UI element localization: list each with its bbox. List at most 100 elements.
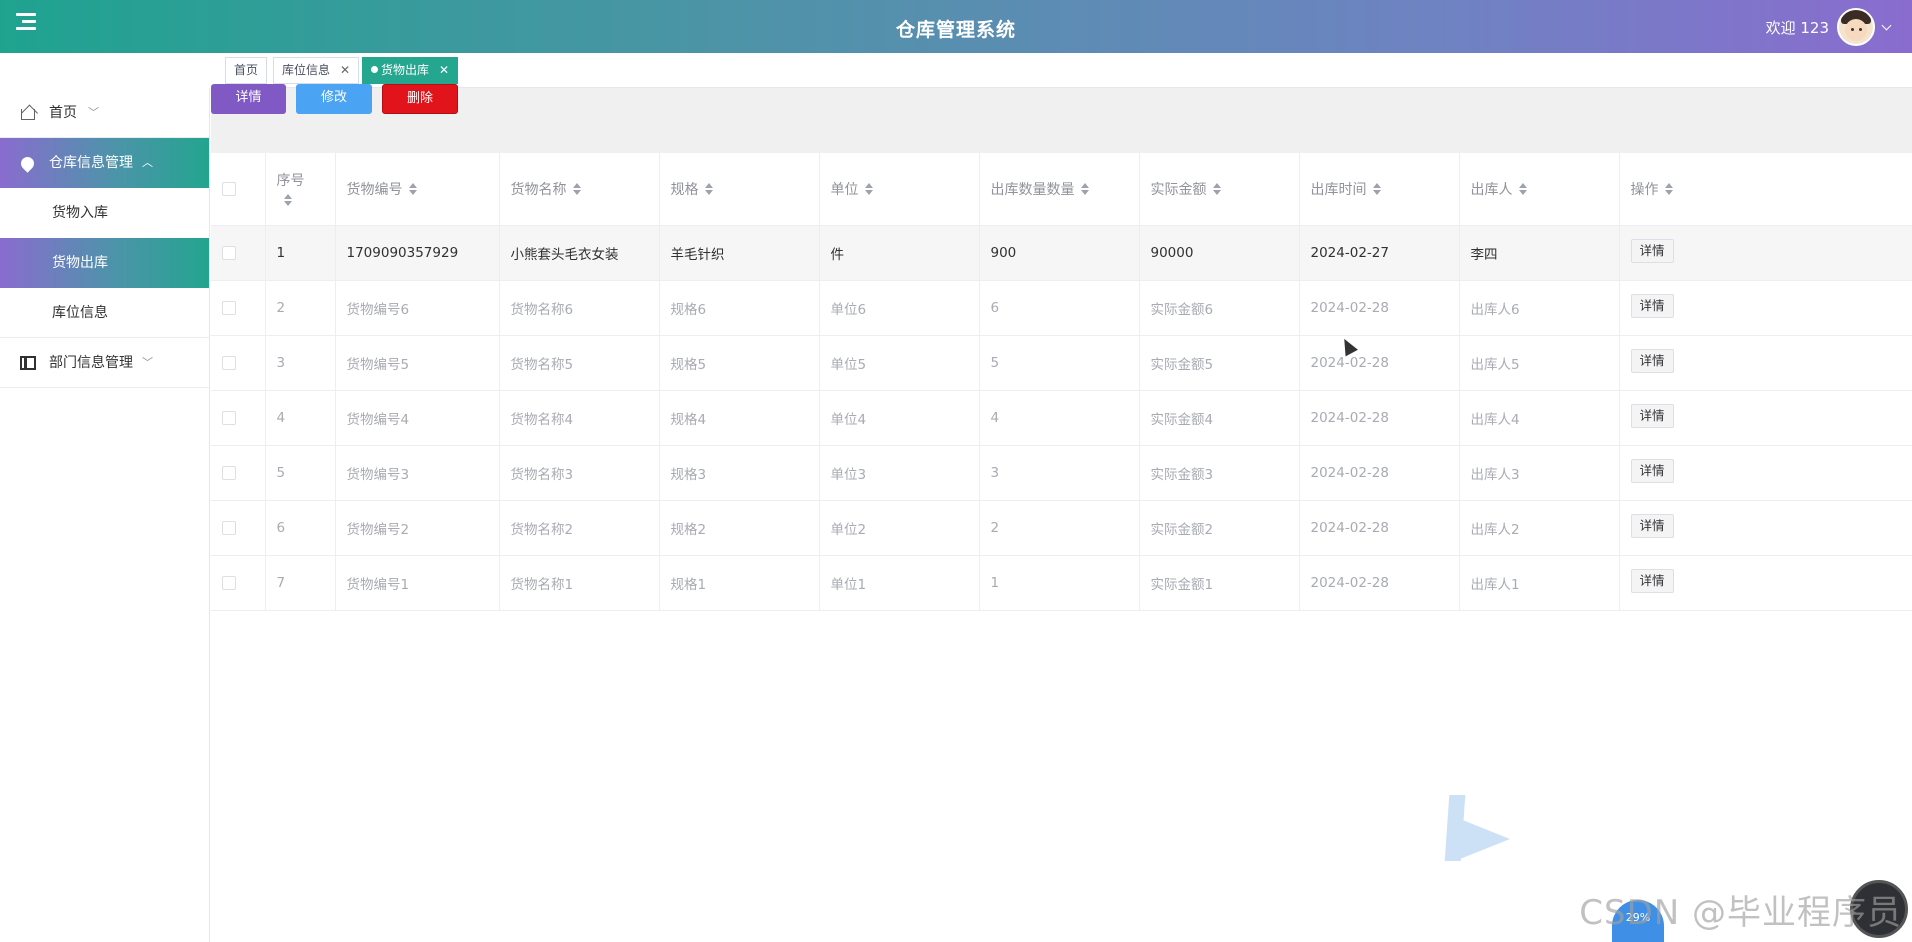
avatar[interactable]: [1837, 8, 1875, 46]
sidebar-item-goods-outbound[interactable]: 货物出库: [0, 238, 209, 288]
table-row[interactable]: 2 货物编号6 货物名称6 规格6 单位6 6 实际金额6 2024-02-28 出库人6 详情: [211, 280, 1912, 336]
cell-amount: 实际金额4: [1139, 390, 1300, 446]
table-row[interactable]: 5 货物编号3 货物名称3 规格3 单位3 3 实际金额3 2024-02-28 出库人3 详情: [211, 445, 1912, 501]
watermark-logo-icon: [1447, 795, 1513, 865]
column-header-seq[interactable]: 序号: [265, 153, 336, 226]
row-detail-button[interactable]: 详情: [1630, 458, 1674, 483]
sort-icon[interactable]: [1372, 183, 1382, 196]
chevron-up-icon: ︿: [142, 156, 153, 169]
cell-time: 2024-02-27: [1299, 225, 1460, 281]
column-header-amount[interactable]: 实际金额: [1139, 153, 1300, 226]
sort-icon[interactable]: [283, 194, 293, 207]
sort-icon[interactable]: [572, 183, 582, 196]
cell-quantity: 3: [979, 445, 1140, 501]
delete-button[interactable]: 删除: [382, 84, 458, 114]
welcome-text: 欢迎 123: [1765, 18, 1829, 37]
column-header-spec[interactable]: 规格: [659, 153, 820, 226]
column-label: 出库时间: [1310, 181, 1367, 198]
sidebar-group-warehouse[interactable]: 仓库信息管理 ︿: [0, 138, 209, 188]
table-row[interactable]: 3 货物编号5 货物名称5 规格5 单位5 5 实际金额5 2024-02-28 出库人5 详情: [211, 335, 1912, 391]
close-icon[interactable]: ✕: [340, 63, 350, 77]
sidebar-item-label: 首页: [49, 105, 77, 121]
cell-unit: 单位4: [819, 390, 980, 446]
row-detail-button[interactable]: 详情: [1630, 348, 1674, 373]
chevron-down-icon[interactable]: [1881, 20, 1892, 30]
row-checkbox[interactable]: [222, 245, 236, 260]
outbound-table: 序号 货物编号 货物名称 规格 单位 出库数量数量 实际金额 出库时间 出库人 …: [211, 153, 1912, 611]
cell-operation: 详情: [1619, 280, 1912, 336]
user-menu[interactable]: 欢迎 123: [1765, 8, 1892, 46]
table-row[interactable]: 4 货物编号4 货物名称4 规格4 单位4 4 实际金额4 2024-02-28 出库人4 详情: [211, 390, 1912, 446]
row-checkbox[interactable]: [222, 410, 236, 425]
sort-icon[interactable]: [1518, 183, 1528, 196]
column-header-quantity[interactable]: 出库数量数量: [979, 153, 1140, 226]
cell-name: 货物名称4: [499, 390, 660, 446]
watermark-text: CSDN @毕业程序员: [1579, 893, 1902, 933]
sort-icon[interactable]: [704, 183, 714, 196]
detail-button[interactable]: 详情: [211, 84, 286, 114]
row-checkbox[interactable]: [222, 465, 236, 480]
chevron-down-icon: ﹀: [88, 106, 99, 119]
table-row[interactable]: 1 1709090357929 小熊套头毛衣女装 羊毛针织件 900 90000 2024-…: [211, 225, 1912, 281]
sidebar-item-location-info[interactable]: 库位信息: [0, 288, 209, 338]
sort-icon[interactable]: [408, 183, 418, 196]
sort-icon[interactable]: [1664, 183, 1674, 196]
sort-icon[interactable]: [1080, 183, 1090, 196]
cell-person: 出库人5: [1459, 335, 1620, 391]
sidebar-item-goods-inbound[interactable]: 货物入库: [0, 188, 209, 238]
column-label: 单位: [830, 181, 859, 198]
row-detail-button[interactable]: 详情: [1630, 513, 1674, 538]
column-header-name[interactable]: 货物名称: [499, 153, 660, 226]
tags-view: 首页 库位信息 ✕ 货物出库 ✕: [211, 53, 1912, 88]
tab-label: 货物出库: [381, 63, 430, 77]
sidebar-item-home[interactable]: 首页 ﹀: [0, 88, 209, 138]
table-header-row: 序号 货物编号 货物名称 规格 单位 出库数量数量 实际金额 出库时间 出库人 …: [211, 153, 1912, 226]
cell-operation: 详情: [1619, 445, 1912, 501]
table-row[interactable]: 6 货物编号2 货物名称2 规格2 单位2 2 实际金额2 2024-02-28 出库人2 详情: [211, 500, 1912, 556]
cell-name: 货物名称3: [499, 445, 660, 501]
cell-unit: 单位3: [819, 445, 980, 501]
cell-time: 2024-02-28: [1299, 500, 1460, 556]
tab-goods-outbound[interactable]: 货物出库 ✕: [362, 57, 459, 84]
column-header-person[interactable]: 出库人: [1459, 153, 1620, 226]
cell-seq: 2: [265, 280, 336, 336]
sidebar-item-label: 部门信息管理: [49, 355, 133, 371]
cell-name: 货物名称1: [499, 555, 660, 611]
cell-seq: 5: [265, 445, 336, 501]
row-select-cell: [211, 225, 266, 281]
row-checkbox[interactable]: [222, 300, 236, 315]
cell-person: 出库人3: [1459, 445, 1620, 501]
row-detail-button[interactable]: 详情: [1630, 238, 1674, 263]
column-header-operation[interactable]: 操作: [1619, 153, 1912, 226]
row-checkbox[interactable]: [222, 355, 236, 370]
cell-code: 货物编号5: [335, 335, 500, 391]
row-detail-button[interactable]: 详情: [1630, 568, 1674, 593]
cell-operation: 详情: [1619, 555, 1912, 611]
column-header-unit[interactable]: 单位: [819, 153, 980, 226]
edit-button[interactable]: 修改: [296, 84, 372, 114]
row-detail-button[interactable]: 详情: [1630, 293, 1674, 318]
table-row[interactable]: 7 货物编号1 货物名称1 规格1 单位1 1 实际金额1 2024-02-28 出库人1 详情: [211, 555, 1912, 611]
column-label: 出库人: [1470, 181, 1513, 198]
close-icon[interactable]: ✕: [439, 63, 449, 77]
sort-icon[interactable]: [864, 183, 874, 196]
chevron-down-icon: ﹀: [142, 356, 153, 369]
select-all-checkbox[interactable]: [222, 181, 236, 196]
cell-spec: 规格2: [659, 500, 820, 556]
column-header-time[interactable]: 出库时间: [1299, 153, 1460, 226]
cell-seq: 3: [265, 335, 336, 391]
cell-time: 2024-02-28: [1299, 555, 1460, 611]
tab-location-info[interactable]: 库位信息 ✕: [273, 57, 360, 84]
cell-spec: 规格4: [659, 390, 820, 446]
tab-home[interactable]: 首页: [225, 57, 268, 84]
sidebar-group-department[interactable]: 部门信息管理 ﹀: [0, 338, 209, 388]
cell-name: 小熊套头毛衣女装: [499, 225, 660, 281]
row-checkbox[interactable]: [222, 520, 236, 535]
cell-seq: 7: [265, 555, 336, 611]
cell-operation: 详情: [1619, 500, 1912, 556]
row-checkbox[interactable]: [222, 575, 236, 590]
row-detail-button[interactable]: 详情: [1630, 403, 1674, 428]
sort-icon[interactable]: [1212, 183, 1222, 196]
column-header-code[interactable]: 货物编号: [335, 153, 500, 226]
row-select-cell: [211, 335, 266, 391]
